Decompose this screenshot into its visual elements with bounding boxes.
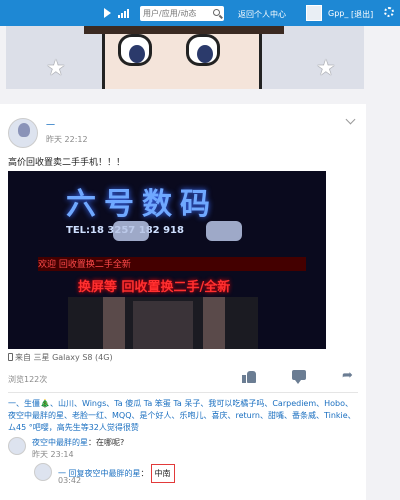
search-input[interactable] bbox=[140, 7, 208, 20]
avatar[interactable] bbox=[34, 463, 52, 481]
shop-door bbox=[133, 301, 193, 349]
stats-icon[interactable] bbox=[118, 8, 130, 18]
shop-sign-title: 六号数码 bbox=[66, 187, 218, 222]
post-author[interactable]: 一 bbox=[46, 118, 55, 131]
comment-text: 在哪呢? bbox=[96, 438, 125, 447]
user-avatar[interactable] bbox=[306, 5, 322, 21]
username-link[interactable]: Gpp_ bbox=[328, 9, 348, 18]
post-time: 昨天 22:12 bbox=[46, 135, 88, 144]
device-info: 来自 三星 Galaxy S8 (4G) bbox=[8, 352, 113, 363]
comment-item: 夜空中最胖的星：在哪呢? bbox=[32, 438, 125, 447]
top-nav-bar: 返回个人中心 Gpp_ [退出] bbox=[0, 0, 400, 26]
comment-time: 昨天 23:14 bbox=[32, 450, 74, 459]
divider bbox=[8, 392, 358, 393]
logout-link[interactable]: [退出] bbox=[351, 9, 373, 20]
post-text: 高价回收置卖二手手机！！！ bbox=[8, 158, 126, 168]
redaction-blur bbox=[113, 221, 149, 241]
redaction-blur bbox=[206, 221, 242, 241]
search-icon[interactable] bbox=[213, 9, 220, 16]
avatar[interactable] bbox=[8, 118, 38, 148]
comment-time: 03:42 bbox=[58, 476, 82, 485]
view-count: 浏览122次 bbox=[8, 375, 48, 384]
star-icon: ★ bbox=[316, 56, 336, 81]
side-gutter bbox=[366, 26, 400, 500]
comment-text: 中南 bbox=[150, 464, 175, 483]
shop-sign-red: 换屏等 回收置换二手/全新 bbox=[78, 280, 231, 295]
cover-image: ★ ★ bbox=[6, 26, 364, 89]
star-icon: ★ bbox=[46, 56, 66, 81]
like-icon[interactable] bbox=[242, 370, 258, 384]
avatar[interactable] bbox=[8, 437, 26, 455]
comment-icon[interactable] bbox=[292, 370, 308, 384]
likes-list[interactable]: 一、生僵🎄、山川、Wings、Ta 傻瓜 Ta 笨蛋 Ta 呆子、我可以吃橘子吗… bbox=[8, 398, 358, 434]
reply-target[interactable]: 夜空中最胖的星 bbox=[85, 469, 141, 478]
phone-icon bbox=[8, 353, 13, 361]
gear-icon[interactable] bbox=[384, 7, 394, 17]
led-marquee: 欢迎 回收置换二手全新 bbox=[38, 257, 306, 271]
play-icon[interactable] bbox=[104, 8, 111, 18]
home-link[interactable]: 返回个人中心 bbox=[238, 9, 286, 20]
post-photo[interactable]: 六号数码 TEL:18 3257 182 918 欢迎 回收置换二手全新 换屏等… bbox=[8, 171, 326, 349]
comment-author[interactable]: 夜空中最胖的星 bbox=[32, 438, 88, 447]
search-box bbox=[140, 6, 224, 21]
share-icon[interactable] bbox=[342, 368, 358, 384]
